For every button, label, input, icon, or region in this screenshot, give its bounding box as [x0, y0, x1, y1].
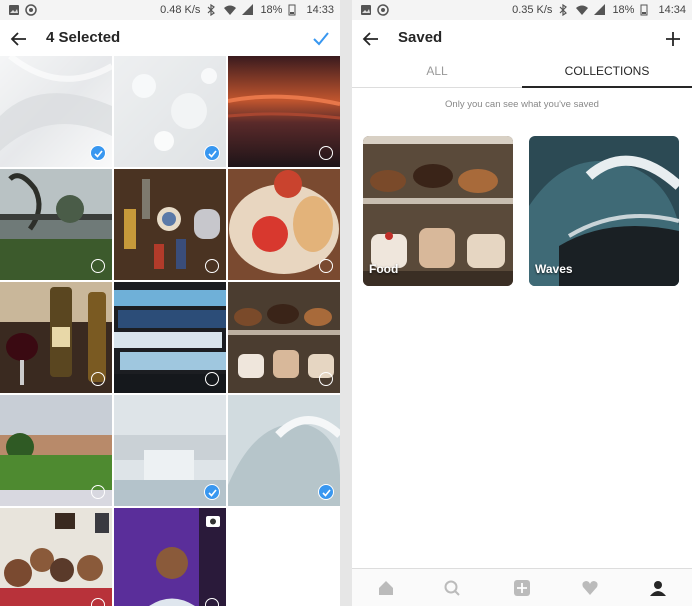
- photo-curios-teapot[interactable]: [114, 169, 226, 280]
- checkmark-icon[interactable]: [310, 28, 332, 50]
- page-title: Saved: [398, 29, 443, 46]
- right-phone-screen: 0.35 K/s 18% 14:34 Saved ALL COLLECTIONS…: [352, 0, 692, 606]
- photo-whisky-wine[interactable]: [0, 282, 112, 393]
- left-phone-screen: 0.48 K/s 18% 14:33 4 Selected: [0, 0, 340, 606]
- gallery-notification-icon: [8, 4, 20, 16]
- selected-check-icon[interactable]: [204, 145, 220, 161]
- selected-check-icon[interactable]: [90, 145, 106, 161]
- network-speed: 0.48 K/s: [160, 4, 201, 16]
- wifi-icon: [224, 4, 237, 16]
- photo-cakes-display[interactable]: [228, 282, 340, 393]
- tab-collections[interactable]: COLLECTIONS: [522, 56, 692, 88]
- collection-label: Food: [369, 262, 399, 276]
- saved-tabs: ALL COLLECTIONS: [352, 56, 692, 88]
- selected-check-icon[interactable]: [318, 484, 334, 500]
- unselected-circle-icon[interactable]: [205, 259, 219, 273]
- bottom-nav: [352, 568, 692, 606]
- photo-sunset-water[interactable]: [228, 56, 340, 167]
- heart-icon[interactable]: [580, 578, 600, 598]
- gallery-notification-icon: [360, 4, 372, 16]
- tab-all[interactable]: ALL: [352, 56, 522, 88]
- unselected-circle-icon[interactable]: [319, 372, 333, 386]
- unselected-circle-icon[interactable]: [205, 598, 219, 606]
- signal-icon: [242, 4, 254, 16]
- unselected-circle-icon[interactable]: [205, 372, 219, 386]
- home-icon[interactable]: [376, 578, 396, 598]
- unselected-circle-icon[interactable]: [319, 259, 333, 273]
- status-bar: 0.35 K/s 18% 14:34: [352, 0, 692, 20]
- battery-icon: [640, 4, 652, 16]
- whatsapp-notification-icon: [377, 4, 389, 16]
- photo-rainy-garden[interactable]: [0, 169, 112, 280]
- add-post-icon[interactable]: [512, 578, 532, 598]
- clock: 14:34: [658, 4, 686, 16]
- selection-count-title: 4 Selected: [46, 29, 121, 46]
- photo-grid: [0, 56, 340, 606]
- app-bar: 4 Selected: [0, 20, 340, 56]
- network-speed: 0.35 K/s: [512, 4, 553, 16]
- battery-level: 18%: [260, 4, 283, 16]
- collection-food[interactable]: Food: [363, 136, 513, 286]
- whatsapp-notification-icon: [25, 4, 37, 16]
- photo-parliament-lawn[interactable]: [0, 395, 112, 506]
- bluetooth-icon: [206, 3, 218, 17]
- signal-icon: [594, 4, 606, 16]
- collection-label: Waves: [535, 262, 573, 276]
- photo-water-splash[interactable]: [114, 56, 226, 167]
- photo-friends-selfie[interactable]: [0, 508, 112, 606]
- bluetooth-icon: [558, 3, 570, 17]
- back-arrow-icon[interactable]: [360, 28, 382, 50]
- plus-icon[interactable]: [662, 28, 684, 50]
- photo-food-plate[interactable]: [228, 169, 340, 280]
- clock: 14:33: [306, 4, 334, 16]
- search-icon[interactable]: [442, 578, 462, 598]
- unselected-circle-icon[interactable]: [319, 146, 333, 160]
- collection-waves[interactable]: Waves: [529, 136, 679, 286]
- battery-icon: [288, 4, 300, 16]
- video-camera-icon: [206, 514, 220, 532]
- privacy-note: Only you can see what you've saved: [445, 99, 599, 110]
- app-bar: Saved: [352, 20, 692, 56]
- photo-wave[interactable]: [228, 395, 340, 506]
- photo-fountain-building[interactable]: [114, 395, 226, 506]
- battery-level: 18%: [612, 4, 635, 16]
- unselected-circle-icon[interactable]: [91, 259, 105, 273]
- photo-feather[interactable]: [0, 56, 112, 167]
- unselected-circle-icon[interactable]: [91, 485, 105, 499]
- unselected-circle-icon[interactable]: [91, 598, 105, 606]
- profile-icon[interactable]: [648, 578, 668, 598]
- wifi-icon: [576, 4, 589, 16]
- back-arrow-icon[interactable]: [8, 28, 30, 50]
- video-man-portrait[interactable]: [114, 508, 226, 606]
- selected-check-icon[interactable]: [204, 484, 220, 500]
- photo-books-stack[interactable]: [114, 282, 226, 393]
- unselected-circle-icon[interactable]: [91, 372, 105, 386]
- status-bar: 0.48 K/s 18% 14:33: [0, 0, 340, 20]
